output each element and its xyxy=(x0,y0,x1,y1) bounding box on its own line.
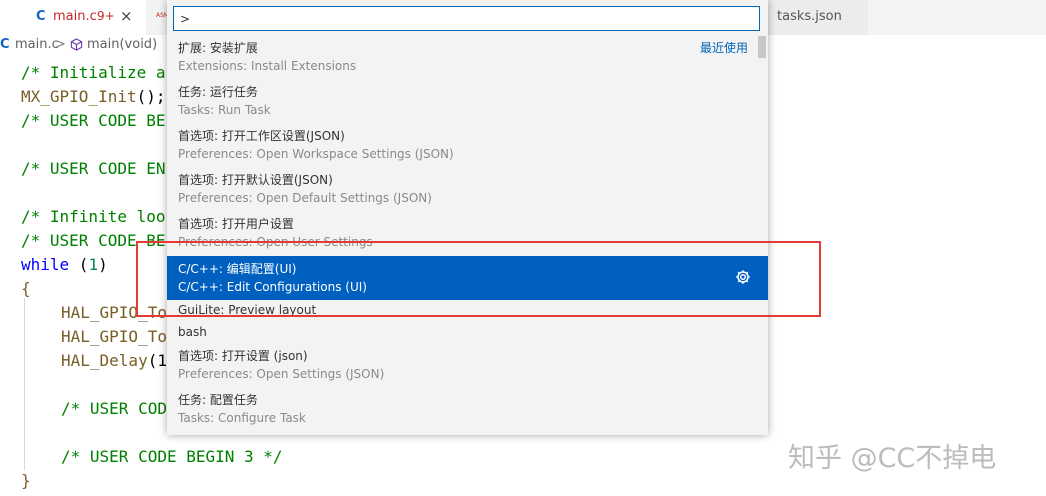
command-item[interactable]: 首选项: 打开默认设置(JSON) Preferences: Open Defa… xyxy=(167,168,768,212)
watermark: 知乎 @CC不掉电 xyxy=(788,443,997,474)
code-token: ) xyxy=(98,255,108,274)
code-token: (1 xyxy=(147,351,167,370)
code-line: /* USER CODE EN xyxy=(21,159,166,178)
problems-badge: 9+ xyxy=(97,9,115,23)
breadcrumb-function[interactable]: main(void) xyxy=(87,37,157,52)
indent-guide xyxy=(24,298,25,470)
command-label: 首选项: 打开用户设置 xyxy=(178,217,294,231)
command-item[interactable]: bash xyxy=(167,322,768,344)
close-icon[interactable]: × xyxy=(120,7,133,25)
command-item[interactable]: 首选项: 打开设置 (json) Preferences: Open Setti… xyxy=(167,344,768,388)
code-line: HAL_GPIO_To xyxy=(61,327,167,346)
code-line: /* Initialize a xyxy=(21,63,166,82)
command-item[interactable]: 首选项: 打开工作区设置(JSON) Preferences: Open Wor… xyxy=(167,124,768,168)
c-file-icon: C xyxy=(36,9,46,24)
code-token: ( xyxy=(69,255,89,274)
command-label: 首选项: 打开默认设置(JSON) xyxy=(178,173,333,187)
code-line: MX_GPIO_Init(); xyxy=(21,87,166,106)
cube-icon xyxy=(70,38,83,55)
highlight-box xyxy=(136,241,821,317)
command-detail: Extensions: Install Extensions xyxy=(178,59,357,73)
command-detail: Preferences: Open Settings (JSON) xyxy=(178,367,385,381)
c-file-icon: C xyxy=(0,37,10,52)
command-label: 任务: 配置任务 xyxy=(178,393,258,407)
breadcrumb-file[interactable]: main.c xyxy=(15,37,59,52)
command-palette-input[interactable] xyxy=(173,6,760,31)
command-label: 首选项: 打开设置 (json) xyxy=(178,349,308,363)
command-item[interactable]: 任务: 运行任务 Tasks: Run Task xyxy=(167,80,768,124)
code-line: } xyxy=(21,471,31,490)
tab-title: tasks.json xyxy=(777,9,842,24)
tab-main-c[interactable]: C main.c 9+ × xyxy=(0,0,146,35)
code-line: /* Infinite loo xyxy=(21,207,166,226)
code-token: 1 xyxy=(88,255,99,274)
command-label: 任务: 运行任务 xyxy=(178,85,258,99)
tab-tasks-json[interactable]: tasks.json xyxy=(762,0,868,35)
command-item[interactable]: 扩展: 安装扩展 Extensions: Install Extensions … xyxy=(167,36,768,80)
command-detail: Preferences: Open Workspace Settings (JS… xyxy=(178,147,454,161)
scrollbar-thumb[interactable] xyxy=(758,36,766,58)
tab-title: main.c xyxy=(53,9,97,24)
code-line: { xyxy=(21,279,31,298)
command-palette: 扩展: 安装扩展 Extensions: Install Extensions … xyxy=(167,0,768,435)
code-line: while (1) xyxy=(21,255,108,274)
command-label: bash xyxy=(178,325,207,339)
chevron-right-icon: > xyxy=(55,37,66,52)
code-line: /* USER CODE BEGIN 3 */ xyxy=(61,447,283,466)
code-line: /* USER CODE BE xyxy=(21,111,166,130)
command-label: 扩展: 安装扩展 xyxy=(178,41,258,55)
code-token: (); xyxy=(136,87,166,106)
command-detail: Preferences: Open Default Settings (JSON… xyxy=(178,191,432,205)
command-detail: Tasks: Configure Task xyxy=(178,411,306,425)
code-line: /* USER CODE xyxy=(61,399,177,418)
command-label: 首选项: 打开工作区设置(JSON) xyxy=(178,129,345,143)
command-detail: Tasks: Run Task xyxy=(178,103,271,117)
command-item[interactable]: 任务: 配置任务 Tasks: Configure Task xyxy=(167,388,768,432)
code-token: HAL_Delay xyxy=(61,351,148,370)
code-line: HAL_Delay(1 xyxy=(61,351,167,370)
recently-used-label: 最近使用 xyxy=(699,41,748,55)
code-token: while xyxy=(21,255,70,274)
code-token: MX_GPIO_Init xyxy=(21,87,137,106)
